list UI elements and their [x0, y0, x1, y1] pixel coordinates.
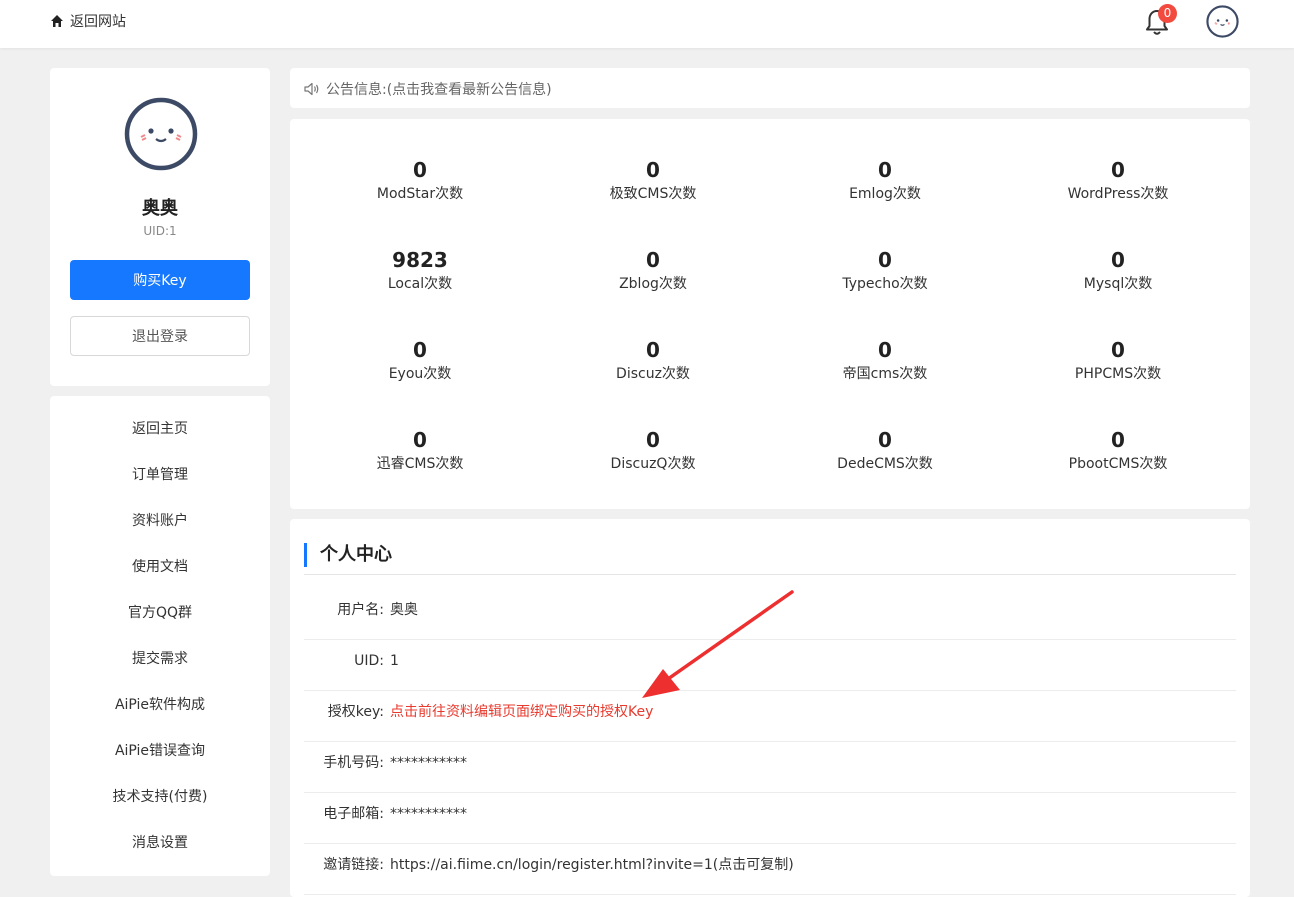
stat-label: Zblog次数: [619, 276, 687, 292]
info-label: 授权key:: [327, 704, 384, 720]
stat-label: Discuz次数: [616, 366, 690, 382]
menu-item-home[interactable]: 返回主页: [50, 417, 270, 441]
stat-value: 0: [1111, 428, 1125, 452]
menu-item-error-lookup[interactable]: AiPie错误查询: [50, 739, 270, 763]
bind-license-key-link[interactable]: 点击前往资料编辑页面绑定购买的授权Key: [390, 691, 653, 733]
stat-label: 帝国cms次数: [842, 366, 928, 382]
stat-jizhicms: 0 极致CMS次数: [553, 158, 753, 204]
menu-item-tech-support[interactable]: 技术支持(付费): [50, 785, 270, 809]
sidebar-menu: 返回主页 订单管理 资料账户 使用文档 官方QQ群 提交需求 AiPie软件构成…: [50, 396, 270, 876]
menu-item-message-settings[interactable]: 消息设置: [50, 831, 270, 855]
stat-value: 0: [878, 338, 892, 362]
notice-link[interactable]: 公告信息:(点击我查看最新公告信息): [304, 79, 552, 99]
stat-value: 0: [1111, 158, 1125, 182]
info-label: 电子邮箱:: [323, 806, 384, 822]
title-divider: [304, 574, 1236, 575]
speaker-icon: [304, 82, 319, 96]
notification-badge: 0: [1158, 4, 1177, 23]
info-label: 邀请链接:: [323, 857, 384, 873]
profile-name: 奥奥: [142, 198, 178, 219]
stat-value: 0: [646, 248, 660, 272]
stat-mysql: 0 Mysql次数: [1018, 248, 1218, 294]
stat-value: 0: [646, 428, 660, 452]
profile-card: 奥奥 UID:1 购买Key 退出登录: [50, 68, 270, 386]
stat-label: Typecho次数: [842, 276, 928, 292]
stat-pbootcms: 0 PbootCMS次数: [1018, 428, 1218, 474]
menu-item-docs[interactable]: 使用文档: [50, 555, 270, 579]
stat-value: 9823: [392, 248, 448, 272]
stat-label: PbootCMS次数: [1068, 456, 1168, 472]
stat-value: 0: [413, 428, 427, 452]
stat-dedecms: 0 DedeCMS次数: [785, 428, 985, 474]
stat-value: 0: [878, 158, 892, 182]
stat-label: PHPCMS次数: [1074, 366, 1162, 382]
invite-link-copy[interactable]: https://ai.fiime.cn/login/register.html?…: [390, 844, 794, 886]
stat-label: WordPress次数: [1067, 186, 1169, 202]
info-row-invite-link: 邀请链接: https://ai.fiime.cn/login/register…: [304, 844, 1236, 895]
info-label: 手机号码:: [323, 755, 384, 771]
profile-uid: UID:1: [143, 224, 177, 238]
stat-label: 迅睿CMS次数: [376, 456, 464, 472]
info-value: ***********: [390, 806, 467, 822]
stat-discuzq: 0 DiscuzQ次数: [553, 428, 753, 474]
buy-key-button[interactable]: 购买Key: [70, 260, 250, 300]
stat-typecho: 0 Typecho次数: [785, 248, 985, 294]
top-navigation-bar: 返回网站 0: [0, 0, 1294, 48]
notice-text: 公告信息:(点击我查看最新公告信息): [326, 82, 552, 98]
stat-value: 0: [878, 428, 892, 452]
stat-label: Mysql次数: [1083, 276, 1153, 292]
stat-label: Local次数: [387, 276, 453, 292]
stat-eyou: 0 Eyou次数: [320, 338, 520, 384]
user-avatar-icon[interactable]: [1205, 4, 1240, 39]
info-row-uid: UID: 1: [304, 640, 1236, 691]
info-value: ***********: [390, 755, 467, 771]
stat-label: DedeCMS次数: [837, 456, 933, 472]
stat-label: Emlog次数: [849, 186, 921, 202]
section-title: 个人中心: [304, 543, 392, 567]
stat-modstar: 0 ModStar次数: [320, 158, 520, 204]
stat-value: 0: [1111, 248, 1125, 272]
stat-wordpress: 0 WordPress次数: [1018, 158, 1218, 204]
stat-xunruicms: 0 迅睿CMS次数: [320, 428, 520, 474]
info-value: 1: [390, 653, 399, 669]
back-to-website-link[interactable]: 返回网站: [50, 11, 126, 31]
usage-stats-panel: 0 ModStar次数 0 极致CMS次数 0 Emlog次数 0 WordPr…: [290, 119, 1250, 509]
stat-local: 9823 Local次数: [320, 248, 520, 294]
stat-emlog: 0 Emlog次数: [785, 158, 985, 204]
home-icon: [51, 15, 63, 27]
personal-center-panel: 个人中心 用户名: 奥奥 UID: 1 授权key: 点击前往资料编辑页面绑定购…: [290, 519, 1250, 897]
back-link-label: 返回网站: [70, 14, 126, 30]
menu-item-qq-group[interactable]: 官方QQ群: [50, 601, 270, 625]
stat-label: DiscuzQ次数: [610, 456, 696, 472]
info-row-email: 电子邮箱: ***********: [304, 793, 1236, 844]
stat-value: 0: [878, 248, 892, 272]
stat-label: ModStar次数: [376, 186, 464, 202]
stat-value: 0: [413, 158, 427, 182]
stat-phpcms: 0 PHPCMS次数: [1018, 338, 1218, 384]
stat-empirecms: 0 帝国cms次数: [785, 338, 985, 384]
logout-button[interactable]: 退出登录: [70, 316, 250, 356]
stat-zblog: 0 Zblog次数: [553, 248, 753, 294]
stat-label: Eyou次数: [388, 366, 452, 382]
info-row-phone: 手机号码: ***********: [304, 742, 1236, 793]
notice-bar: 公告信息:(点击我查看最新公告信息): [290, 68, 1250, 108]
stat-value: 0: [646, 158, 660, 182]
stat-label: 极致CMS次数: [609, 186, 697, 202]
stat-value: 0: [1111, 338, 1125, 362]
stat-discuz: 0 Discuz次数: [553, 338, 753, 384]
profile-avatar-icon: [124, 97, 198, 171]
menu-item-software[interactable]: AiPie软件构成: [50, 693, 270, 717]
info-row-username: 用户名: 奥奥: [304, 589, 1236, 640]
menu-item-submit-request[interactable]: 提交需求: [50, 647, 270, 671]
menu-item-orders[interactable]: 订单管理: [50, 463, 270, 487]
info-label: UID:: [354, 653, 384, 669]
info-label: 用户名:: [337, 602, 384, 618]
info-value: 奥奥: [390, 602, 418, 618]
info-row-license-key: 授权key: 点击前往资料编辑页面绑定购买的授权Key: [304, 691, 1236, 742]
stat-value: 0: [646, 338, 660, 362]
menu-item-account[interactable]: 资料账户: [50, 509, 270, 533]
stat-value: 0: [413, 338, 427, 362]
